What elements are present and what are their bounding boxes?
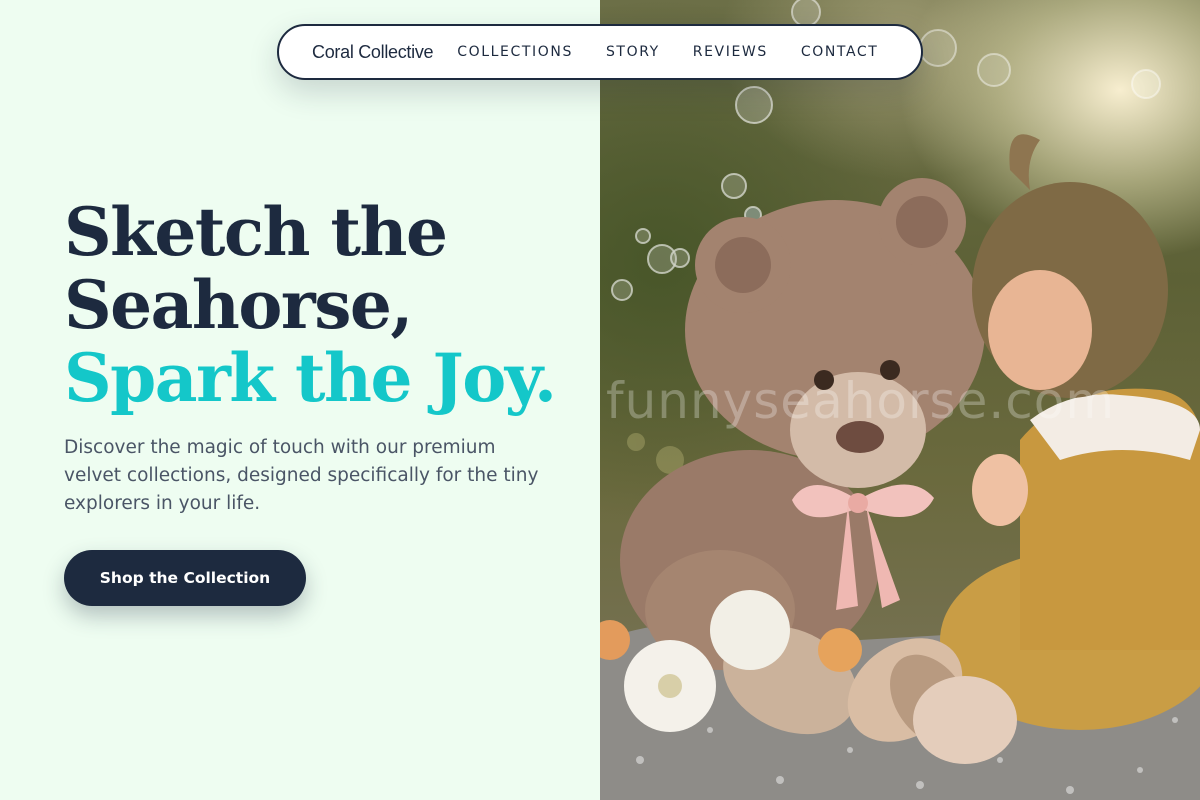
nav-link-reviews[interactable]: REVIEWS	[693, 44, 768, 60]
nav-link-story[interactable]: STORY	[606, 44, 660, 60]
headline-accent: Spark the Joy.	[64, 339, 557, 417]
headline-line-2: Seahorse,	[64, 266, 413, 344]
hero-photo-illustration	[600, 0, 1200, 800]
nav-link-contact[interactable]: CONTACT	[801, 44, 879, 60]
shop-collection-button[interactable]: Shop the Collection	[64, 550, 306, 606]
hero-photo	[600, 0, 1200, 800]
hero-description: Discover the magic of touch with our pre…	[64, 437, 539, 514]
nav-link-collections[interactable]: COLLECTIONS	[457, 44, 573, 60]
brand-logo[interactable]: Coral Collective	[312, 42, 434, 63]
hero-headline: Sketch the Seahorse, Spark the Joy.	[64, 196, 584, 415]
headline-line-1: Sketch the	[64, 193, 448, 271]
top-navigation: Coral Collective COLLECTIONS STORY REVIE…	[277, 24, 923, 80]
